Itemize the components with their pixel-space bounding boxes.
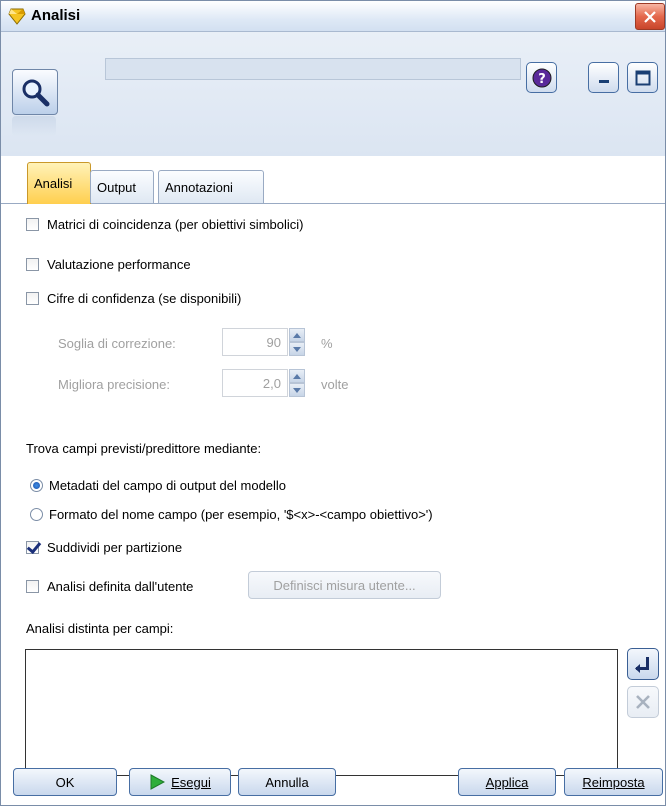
coincidence-checkbox[interactable] [26, 218, 39, 231]
run-icon [150, 774, 166, 790]
breakdown-fields-list[interactable] [25, 649, 618, 776]
confidence-option[interactable]: Cifre di confidenza (se disponibili) [26, 291, 241, 306]
window-title: Analisi [31, 7, 81, 24]
field-picker-icon [635, 657, 649, 673]
analysis-dialog: Analisi ? Analisi Output Annotazioni Mat… [0, 0, 666, 806]
spin-up-icon[interactable] [289, 369, 305, 383]
user-analysis-option[interactable]: Analisi definita dall'utente [26, 579, 193, 594]
icon-reflection [12, 116, 56, 136]
radio-metadata-button[interactable] [30, 479, 43, 492]
apply-label: Applica [485, 774, 529, 790]
performance-checkbox[interactable] [26, 258, 39, 271]
performance-label: Valutazione performance [47, 257, 191, 272]
node-header: ? [1, 32, 665, 156]
reset-button[interactable]: Reimposta [564, 768, 663, 796]
threshold-label: Soglia di correzione: [58, 336, 176, 351]
magnifier-icon [22, 79, 50, 107]
threshold-unit: % [321, 336, 333, 351]
radio-field-name-format-button[interactable] [30, 508, 43, 521]
run-button[interactable]: Esegui [129, 768, 231, 796]
ok-label: OK [55, 774, 75, 790]
reset-label: Reimposta [582, 774, 645, 790]
improve-value: 2,0 [262, 376, 281, 391]
diamond-node-icon [8, 8, 26, 25]
radio-metadata[interactable]: Metadati del campo di output del modello [30, 478, 286, 493]
radio-field-name-format[interactable]: Formato del nome campo (per esempio, '$<… [30, 507, 433, 522]
node-name-field[interactable] [105, 58, 521, 80]
user-analysis-checkbox[interactable] [26, 580, 39, 593]
improve-label: Migliora precisione: [58, 377, 170, 392]
field-picker-button[interactable] [627, 648, 659, 680]
threshold-input[interactable]: 90 [222, 328, 288, 356]
maximize-button[interactable] [627, 62, 658, 93]
define-user-measure-label: Definisci misura utente... [273, 577, 416, 593]
improve-spinner[interactable] [289, 369, 305, 397]
improve-unit: volte [321, 377, 349, 392]
coincidence-label: Matrici di coincidenza (per obiettivi si… [47, 217, 304, 232]
coincidence-option[interactable]: Matrici di coincidenza (per obiettivi si… [26, 217, 303, 232]
tab-analisi[interactable]: Analisi [27, 162, 91, 204]
apply-button[interactable]: Applica [458, 768, 556, 796]
help-icon: ? [532, 68, 551, 87]
threshold-spinner[interactable] [289, 328, 305, 356]
close-icon [644, 10, 656, 23]
performance-option[interactable]: Valutazione performance [26, 257, 191, 272]
tab-label: Analisi [34, 176, 73, 191]
radio-field-name-format-label: Formato del nome campo (per esempio, '$<… [49, 507, 433, 522]
delete-icon [636, 695, 650, 709]
close-button[interactable] [635, 3, 665, 30]
spin-down-icon[interactable] [289, 383, 305, 397]
tab-annotazioni[interactable]: Annotazioni [158, 170, 264, 203]
split-partition-option[interactable]: Suddividi per partizione [26, 540, 182, 555]
breakdown-label: Analisi distinta per campi: [26, 621, 174, 636]
minimize-icon [598, 79, 609, 83]
maximize-icon [635, 70, 650, 85]
ok-button[interactable]: OK [13, 768, 117, 796]
find-fields-label: Trova campi previsti/predittore mediante… [26, 441, 262, 456]
improve-input[interactable]: 2,0 [222, 369, 288, 397]
run-label: Esegui [171, 774, 211, 790]
confidence-checkbox[interactable] [26, 292, 39, 305]
tab-label: Output [97, 179, 137, 195]
svg-text:?: ? [538, 72, 546, 87]
split-partition-label: Suddividi per partizione [47, 540, 183, 555]
analysis-node-icon [12, 69, 58, 115]
split-partition-checkbox[interactable] [26, 541, 39, 554]
user-analysis-label: Analisi definita dall'utente [47, 579, 194, 594]
spin-down-icon[interactable] [289, 342, 305, 356]
spin-up-icon[interactable] [289, 328, 305, 342]
title-bar[interactable]: Analisi [1, 1, 665, 32]
cancel-label: Annulla [265, 774, 309, 790]
remove-field-button[interactable] [627, 686, 659, 718]
help-button[interactable]: ? [526, 62, 557, 93]
analysis-tab-panel: Matrici di coincidenza (per obiettivi si… [1, 204, 665, 805]
minimize-button[interactable] [588, 62, 619, 93]
tab-output[interactable]: Output [90, 170, 154, 203]
confidence-label: Cifre di confidenza (se disponibili) [47, 291, 242, 306]
define-user-measure-button[interactable]: Definisci misura utente... [248, 571, 441, 599]
radio-metadata-label: Metadati del campo di output del modello [49, 478, 287, 493]
cancel-button[interactable]: Annulla [238, 768, 336, 796]
threshold-value: 90 [266, 335, 281, 350]
tab-label: Annotazioni [165, 179, 233, 195]
